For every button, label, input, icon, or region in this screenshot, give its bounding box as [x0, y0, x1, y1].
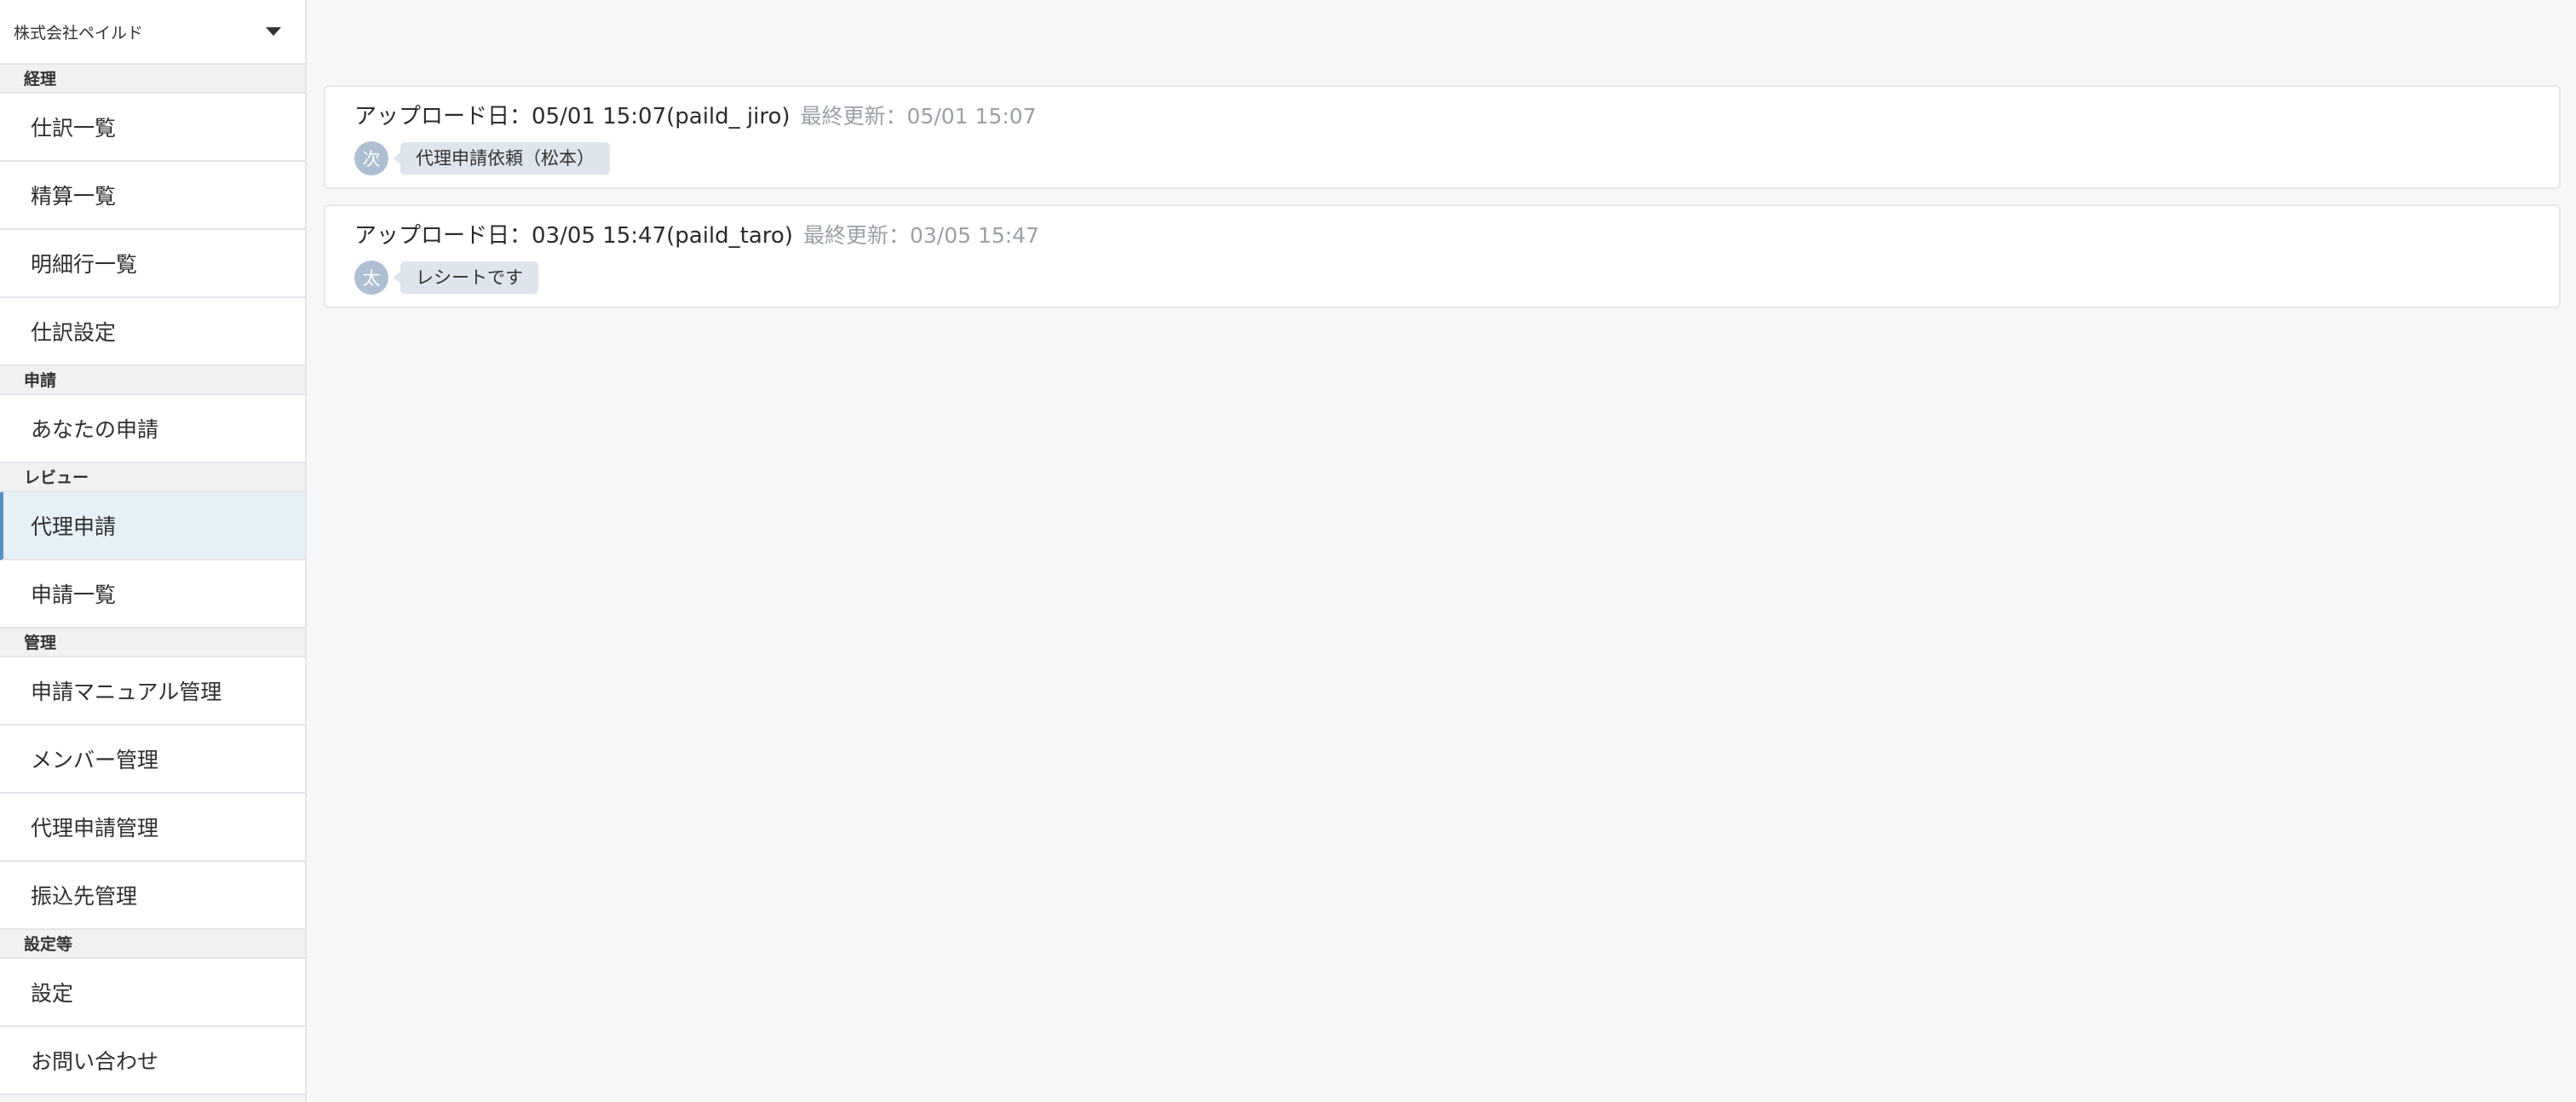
- avatar: 太: [354, 261, 388, 295]
- section-header-accounting: 経理: [0, 65, 305, 94]
- main-content: アップロード日：05/01 15:07(paild_ jiro) 最終更新：05…: [307, 0, 2576, 1102]
- last-updated: 最終更新：03/05 15:47: [802, 223, 1039, 248]
- sidebar-item-manual-management[interactable]: 申請マニュアル管理: [0, 657, 305, 726]
- upload-info: アップロード日：05/01 15:07(paild_ jiro): [354, 104, 791, 129]
- section-header-review: レビュー: [0, 463, 305, 492]
- receipt-card[interactable]: アップロード日：03/05 15:47(paild_taro) 最終更新：03/…: [324, 204, 2561, 308]
- upload-info: アップロード日：03/05 15:47(paild_taro): [354, 223, 793, 249]
- sidebar-item-statement-lines[interactable]: 明細行一覧: [0, 230, 305, 298]
- company-selector[interactable]: 株式会社ペイルド: [0, 0, 305, 65]
- receipt-card[interactable]: アップロード日：05/01 15:07(paild_ jiro) 最終更新：05…: [324, 85, 2561, 189]
- sidebar-item-journal-list[interactable]: 仕訳一覧: [0, 94, 305, 162]
- section-header-application: 申請: [0, 366, 305, 395]
- sidebar-item-member-management[interactable]: メンバー管理: [0, 726, 305, 794]
- sidebar-item-contact[interactable]: お問い合わせ: [0, 1027, 305, 1095]
- caret-down-icon: [266, 27, 281, 36]
- sidebar-item-journal-settings[interactable]: 仕訳設定: [0, 298, 305, 366]
- sidebar-item-your-applications[interactable]: あなたの申請: [0, 395, 305, 463]
- sidebar-item-settings[interactable]: 設定: [0, 959, 305, 1027]
- avatar: 次: [354, 141, 388, 175]
- sidebar: 株式会社ペイルド 経理 仕訳一覧 精算一覧 明細行一覧 仕訳設定 申請 あなたの…: [0, 0, 307, 1102]
- comment-bubble: レシートです: [393, 261, 538, 294]
- sidebar-item-settlement-list[interactable]: 精算一覧: [0, 162, 305, 230]
- last-updated: 最終更新：05/01 15:07: [800, 104, 1037, 129]
- sidebar-item-application-list[interactable]: 申請一覧: [0, 560, 305, 628]
- company-name: 株式会社ペイルド: [14, 23, 144, 43]
- sidebar-item-proxy-management[interactable]: 代理申請管理: [0, 794, 305, 862]
- section-header-settings: 設定等: [0, 930, 305, 959]
- sidebar-item-payee-management[interactable]: 振込先管理: [0, 862, 305, 930]
- comment-bubble: 代理申請依頼（松本）: [393, 142, 610, 175]
- sidebar-item-proxy-application[interactable]: 代理申請: [0, 492, 305, 560]
- section-header-management: 管理: [0, 628, 305, 657]
